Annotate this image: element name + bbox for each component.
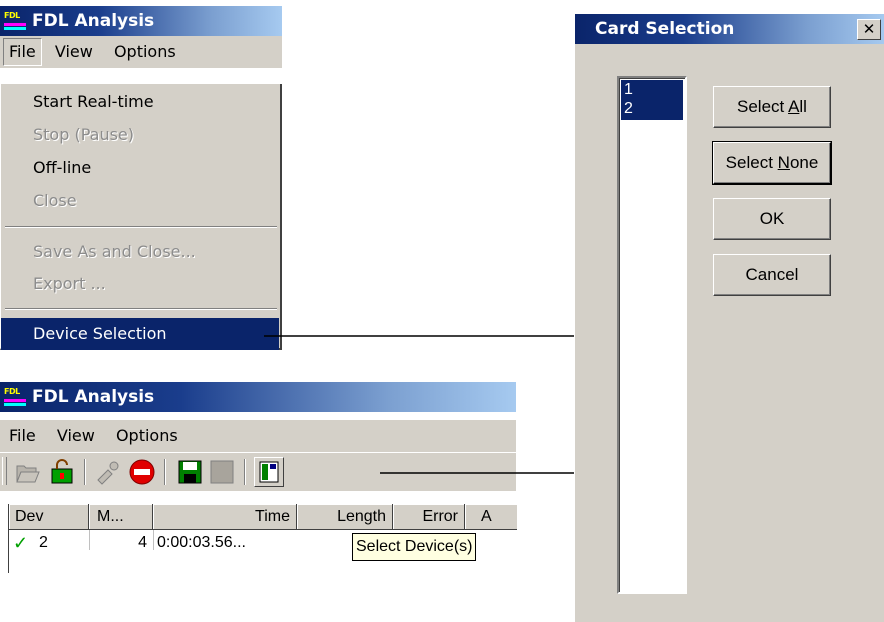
- list-item-1[interactable]: 1: [621, 80, 683, 100]
- title-bar: Card Selection: [575, 14, 884, 44]
- close-icon[interactable]: ✕: [857, 19, 881, 40]
- card-selection-dialog: Card Selection ✕ 1 2 Select All Select N…: [574, 14, 884, 622]
- ok-button[interactable]: OK: [713, 198, 831, 240]
- dialog-title: Card Selection: [595, 19, 735, 39]
- card-listbox[interactable]: 1 2: [617, 76, 687, 594]
- select-all-button[interactable]: Select All: [713, 86, 831, 128]
- cancel-button[interactable]: Cancel: [713, 254, 831, 296]
- select-none-button[interactable]: Select None: [712, 141, 832, 185]
- list-item-2[interactable]: 2: [621, 100, 683, 120]
